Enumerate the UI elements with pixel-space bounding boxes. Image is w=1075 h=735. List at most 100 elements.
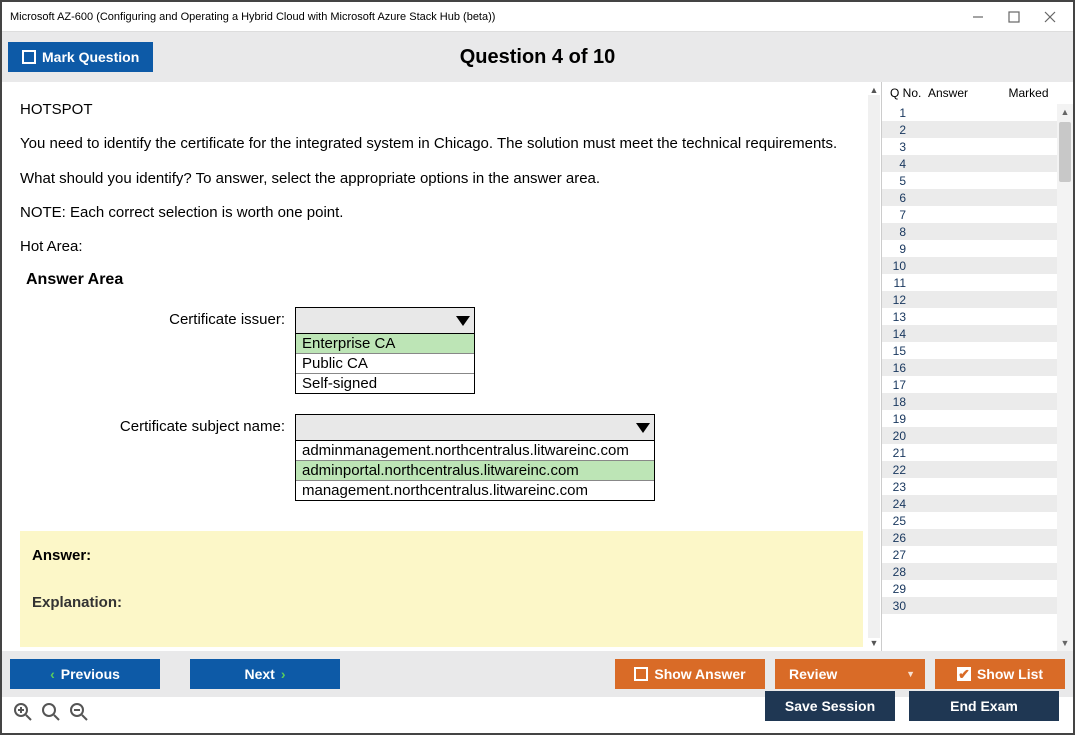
question-number: 4 <box>882 157 916 171</box>
maximize-button[interactable] <box>1005 8 1023 26</box>
question-list-row[interactable]: 15 <box>882 342 1073 359</box>
question-number: 11 <box>882 276 916 290</box>
question-list-row[interactable]: 3 <box>882 138 1073 155</box>
end-exam-button[interactable]: End Exam <box>909 691 1059 721</box>
scroll-up-icon[interactable]: ▲ <box>870 85 879 95</box>
question-number: 7 <box>882 208 916 222</box>
question-list-row[interactable]: 24 <box>882 495 1073 512</box>
question-list-row[interactable]: 27 <box>882 546 1073 563</box>
question-number: 28 <box>882 565 916 579</box>
question-list-row[interactable]: 19 <box>882 410 1073 427</box>
list-scroll-down-icon[interactable]: ▼ <box>1057 635 1073 651</box>
question-number: 29 <box>882 582 916 596</box>
question-number: 15 <box>882 344 916 358</box>
question-number: 21 <box>882 446 916 460</box>
issuer-option[interactable]: Public CA <box>296 353 474 373</box>
question-list-row[interactable]: 22 <box>882 461 1073 478</box>
checkbox-empty-icon <box>22 50 36 64</box>
question-list-row[interactable]: 23 <box>882 478 1073 495</box>
subject-dropdown[interactable] <box>296 415 654 441</box>
question-number: 22 <box>882 463 916 477</box>
question-content[interactable]: HOTSPOT You need to identify the certifi… <box>2 82 881 651</box>
chevron-down-icon <box>636 423 650 433</box>
col-qno: Q No. <box>884 86 928 100</box>
explanation-label: Explanation: <box>32 594 851 611</box>
question-number: 8 <box>882 225 916 239</box>
show-list-label: Show List <box>977 666 1043 682</box>
subject-option[interactable]: adminmanagement.northcentralus.litwarein… <box>296 441 654 460</box>
minimize-button[interactable] <box>969 8 987 26</box>
next-label: Next <box>244 666 274 682</box>
question-list-row[interactable]: 4 <box>882 155 1073 172</box>
window-title: Microsoft AZ-600 (Configuring and Operat… <box>10 11 969 23</box>
subject-label: Certificate subject name: <box>60 414 295 435</box>
question-number: 12 <box>882 293 916 307</box>
question-text-2: What should you identify? To answer, sel… <box>20 169 863 189</box>
next-button[interactable]: Next › <box>190 659 340 689</box>
question-number: 16 <box>882 361 916 375</box>
chevron-right-icon: › <box>281 666 286 682</box>
subject-option[interactable]: adminportal.northcentralus.litwareinc.co… <box>296 460 654 480</box>
question-list-row[interactable]: 18 <box>882 393 1073 410</box>
answer-label: Answer: <box>32 547 851 564</box>
question-list-row[interactable]: 16 <box>882 359 1073 376</box>
question-number: 13 <box>882 310 916 324</box>
scrollbar-track[interactable] <box>868 95 880 638</box>
review-label: Review <box>789 666 837 682</box>
question-list-row[interactable]: 5 <box>882 172 1073 189</box>
show-answer-button[interactable]: Show Answer <box>615 659 765 689</box>
question-list-row[interactable]: 6 <box>882 189 1073 206</box>
question-list-row[interactable]: 1 <box>882 104 1073 121</box>
zoom-in-icon[interactable] <box>40 701 62 723</box>
previous-label: Previous <box>61 666 120 682</box>
question-list-row[interactable]: 7 <box>882 206 1073 223</box>
question-list-row[interactable]: 25 <box>882 512 1073 529</box>
question-list-row[interactable]: 28 <box>882 563 1073 580</box>
mark-question-button[interactable]: Mark Question <box>8 42 153 72</box>
chevron-left-icon: ‹ <box>50 666 55 682</box>
list-scroll-up-icon[interactable]: ▲ <box>1057 104 1073 120</box>
question-list-row[interactable]: 11 <box>882 274 1073 291</box>
question-tag: HOTSPOT <box>20 100 863 120</box>
question-number: 9 <box>882 242 916 256</box>
question-number: 17 <box>882 378 916 392</box>
scroll-down-icon[interactable]: ▼ <box>870 638 879 648</box>
zoom-out-icon[interactable] <box>68 701 90 723</box>
question-list-row[interactable]: 21 <box>882 444 1073 461</box>
question-list-row[interactable]: 2 <box>882 121 1073 138</box>
question-number: 18 <box>882 395 916 409</box>
issuer-dropdown[interactable] <box>296 308 474 334</box>
zoom-reset-icon[interactable] <box>12 701 34 723</box>
question-list-row[interactable]: 8 <box>882 223 1073 240</box>
question-number: 20 <box>882 429 916 443</box>
close-button[interactable] <box>1041 8 1059 26</box>
question-list-row[interactable]: 9 <box>882 240 1073 257</box>
question-list-row[interactable]: 26 <box>882 529 1073 546</box>
question-number: 26 <box>882 531 916 545</box>
list-scrollbar-thumb[interactable] <box>1059 122 1071 182</box>
question-list-row[interactable]: 30 <box>882 597 1073 614</box>
review-button[interactable]: Review ▼ <box>775 659 925 689</box>
subject-option[interactable]: management.northcentralus.litwareinc.com <box>296 480 654 500</box>
end-exam-label: End Exam <box>950 698 1018 714</box>
issuer-label: Certificate issuer: <box>60 307 295 328</box>
question-text-3: NOTE: Each correct selection is worth on… <box>20 203 863 223</box>
question-list-row[interactable]: 13 <box>882 308 1073 325</box>
question-list-row[interactable]: 17 <box>882 376 1073 393</box>
question-list-row[interactable]: 29 <box>882 580 1073 597</box>
answer-panel: Answer: Explanation: <box>20 531 863 647</box>
previous-button[interactable]: ‹ Previous <box>10 659 160 689</box>
question-number: 14 <box>882 327 916 341</box>
question-list-row[interactable]: 12 <box>882 291 1073 308</box>
question-number: 30 <box>882 599 916 613</box>
show-list-button[interactable]: ✔ Show List <box>935 659 1065 689</box>
issuer-option[interactable]: Enterprise CA <box>296 334 474 353</box>
question-list-row[interactable]: 14 <box>882 325 1073 342</box>
answer-area-heading: Answer Area <box>26 271 863 289</box>
issuer-option[interactable]: Self-signed <box>296 373 474 393</box>
question-list-row[interactable]: 20 <box>882 427 1073 444</box>
save-session-button[interactable]: Save Session <box>765 691 895 721</box>
col-answer: Answer <box>928 86 988 100</box>
question-list-row[interactable]: 10 <box>882 257 1073 274</box>
question-text-4: Hot Area: <box>20 237 863 257</box>
